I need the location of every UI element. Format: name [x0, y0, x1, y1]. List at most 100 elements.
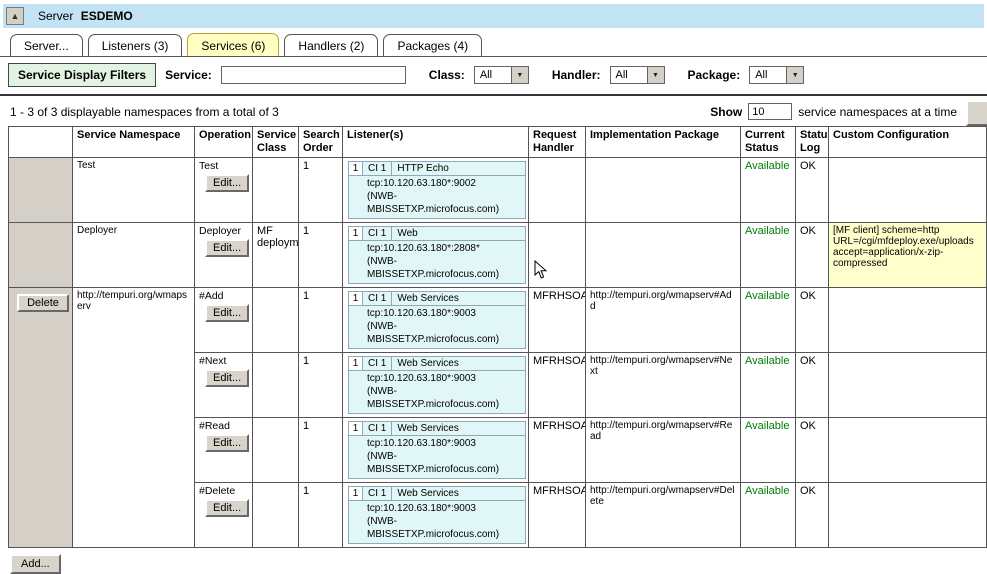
status-log-cell: OK: [796, 483, 829, 548]
listener-cell: 1 CI 1 Web Services tcp:10.120.63.180*:9…: [343, 483, 529, 548]
custom-config-cell: [829, 418, 987, 483]
current-status-cell: Available: [741, 223, 796, 288]
operation-name: Test: [199, 160, 248, 172]
listener-conversation: CI 1: [363, 422, 392, 435]
listener-name: Web Services: [392, 487, 464, 500]
edge-button[interactable]: [966, 100, 987, 126]
service-filter-label: Service:: [165, 68, 212, 82]
service-class-cell: [253, 158, 299, 223]
col-header-search-order: Search Order: [299, 127, 343, 158]
listener-index: 1: [349, 422, 363, 436]
services-table: Service Namespace Operation Service Clas…: [8, 126, 987, 548]
service-namespace-cell: Deployer: [73, 223, 195, 288]
operation-cell: #Delete Edit...: [195, 483, 253, 548]
col-header-current-status: Current Status: [741, 127, 796, 158]
server-header-bar: ▲ Server ESDEMO: [3, 4, 984, 28]
edit-button[interactable]: Edit...: [205, 174, 249, 192]
service-class-cell: MF deployment: [253, 223, 299, 288]
edit-button[interactable]: Edit...: [205, 304, 249, 322]
edit-button[interactable]: Edit...: [205, 434, 249, 452]
service-filter-input[interactable]: [221, 66, 406, 84]
show-label: Show: [710, 105, 742, 119]
search-order-cell: 1: [299, 353, 343, 418]
operation-cell: #Read Edit...: [195, 418, 253, 483]
collapse-button[interactable]: ▲: [6, 7, 24, 25]
status-log-cell: OK: [796, 288, 829, 353]
listener-box: 1 CI 1 Web Services tcp:10.120.63.180*:9…: [348, 291, 526, 349]
delete-button[interactable]: Delete: [17, 294, 69, 312]
current-status-cell: Available: [741, 158, 796, 223]
row-actions-cell: [9, 158, 73, 223]
tab-packages[interactable]: Packages (4): [383, 34, 482, 56]
search-order-cell: 1: [299, 158, 343, 223]
handler-filter-label: Handler:: [552, 68, 601, 82]
listener-box: 1 CI 1 Web tcp:10.120.63.180*:2808* (NWB…: [348, 226, 526, 284]
status-log-cell: OK: [796, 158, 829, 223]
listener-cell: 1 CI 1 HTTP Echo tcp:10.120.63.180*:9002…: [343, 158, 529, 223]
custom-config-cell: [829, 158, 987, 223]
listener-name: Web Services: [392, 422, 464, 435]
service-class-cell: [253, 483, 299, 548]
col-header-namespace: Service Namespace: [73, 127, 195, 158]
class-filter-select[interactable]: All ▼: [474, 66, 529, 84]
operation-name: #Read: [199, 420, 248, 432]
service-namespace-cell: Test: [73, 158, 195, 223]
listener-host: (NWB-MBISSETXP.microfocus.com): [367, 320, 521, 346]
listener-index: 1: [349, 227, 363, 241]
listener-conversation: CI 1: [363, 227, 392, 240]
listener-index: 1: [349, 162, 363, 176]
dropdown-arrow-icon: ▼: [786, 67, 803, 83]
current-status-cell: Available: [741, 483, 796, 548]
add-button[interactable]: Add...: [10, 554, 61, 574]
edit-button[interactable]: Edit...: [205, 239, 249, 257]
operation-cell: #Next Edit...: [195, 353, 253, 418]
listener-host: (NWB-MBISSETXP.microfocus.com): [367, 255, 521, 281]
admin-page: ▲ Server ESDEMO Server... Listeners (3) …: [0, 4, 987, 516]
class-filter-value: All: [475, 67, 511, 83]
custom-config-cell: [829, 353, 987, 418]
dropdown-arrow-icon: ▼: [511, 67, 528, 83]
request-handler-cell: MFRHSOAP: [529, 483, 586, 548]
package-filter-select[interactable]: All ▼: [749, 66, 804, 84]
edit-button[interactable]: Edit...: [205, 369, 249, 387]
package-filter-label: Package:: [688, 68, 741, 82]
service-class-cell: [253, 288, 299, 353]
listener-name: HTTP Echo: [392, 162, 454, 175]
operation-cell: #Add Edit...: [195, 288, 253, 353]
col-header-actions: [9, 127, 73, 158]
listener-name: Web: [392, 227, 422, 240]
tab-server[interactable]: Server...: [10, 34, 83, 56]
operation-cell: Test Edit...: [195, 158, 253, 223]
listener-cell: 1 CI 1 Web Services tcp:10.120.63.180*:9…: [343, 288, 529, 353]
server-title-prefix: Server: [38, 9, 73, 23]
listener-host: (NWB-MBISSETXP.microfocus.com): [367, 515, 521, 541]
listener-conversation: CI 1: [363, 487, 392, 500]
listener-cell: 1 CI 1 Web Services tcp:10.120.63.180*:9…: [343, 418, 529, 483]
edit-button[interactable]: Edit...: [205, 499, 249, 517]
operation-name: #Add: [199, 290, 248, 302]
status-log-cell: OK: [796, 223, 829, 288]
listener-host: (NWB-MBISSETXP.microfocus.com): [367, 190, 521, 216]
handler-filter-select[interactable]: All ▼: [610, 66, 665, 84]
operation-name: #Delete: [199, 485, 248, 497]
listener-address: tcp:10.120.63.180*:9003: [367, 372, 521, 385]
pagination-row: 1 - 3 of 3 displayable namespaces from a…: [0, 96, 987, 126]
tab-handlers[interactable]: Handlers (2): [284, 34, 378, 56]
col-header-request-handler: Request Handler: [529, 127, 586, 158]
operation-cell: Deployer Edit...: [195, 223, 253, 288]
class-filter-label: Class:: [429, 68, 465, 82]
show-count-input[interactable]: [748, 103, 792, 120]
status-log-cell: OK: [796, 418, 829, 483]
current-status-cell: Available: [741, 288, 796, 353]
search-order-cell: 1: [299, 483, 343, 548]
implementation-package-cell: [586, 223, 741, 288]
tab-listeners[interactable]: Listeners (3): [88, 34, 183, 56]
search-order-cell: 1: [299, 223, 343, 288]
listener-box: 1 CI 1 Web Services tcp:10.120.63.180*:9…: [348, 486, 526, 544]
tab-services[interactable]: Services (6): [187, 33, 279, 56]
show-suffix-label: service namespaces at a time: [798, 105, 957, 119]
implementation-package-cell: http://tempuri.org/wmapserv#Delete: [586, 483, 741, 548]
implementation-package-cell: http://tempuri.org/wmapserv#Read: [586, 418, 741, 483]
row-actions-cell: Delete: [9, 288, 73, 548]
service-display-filters-label: Service Display Filters: [8, 63, 156, 87]
